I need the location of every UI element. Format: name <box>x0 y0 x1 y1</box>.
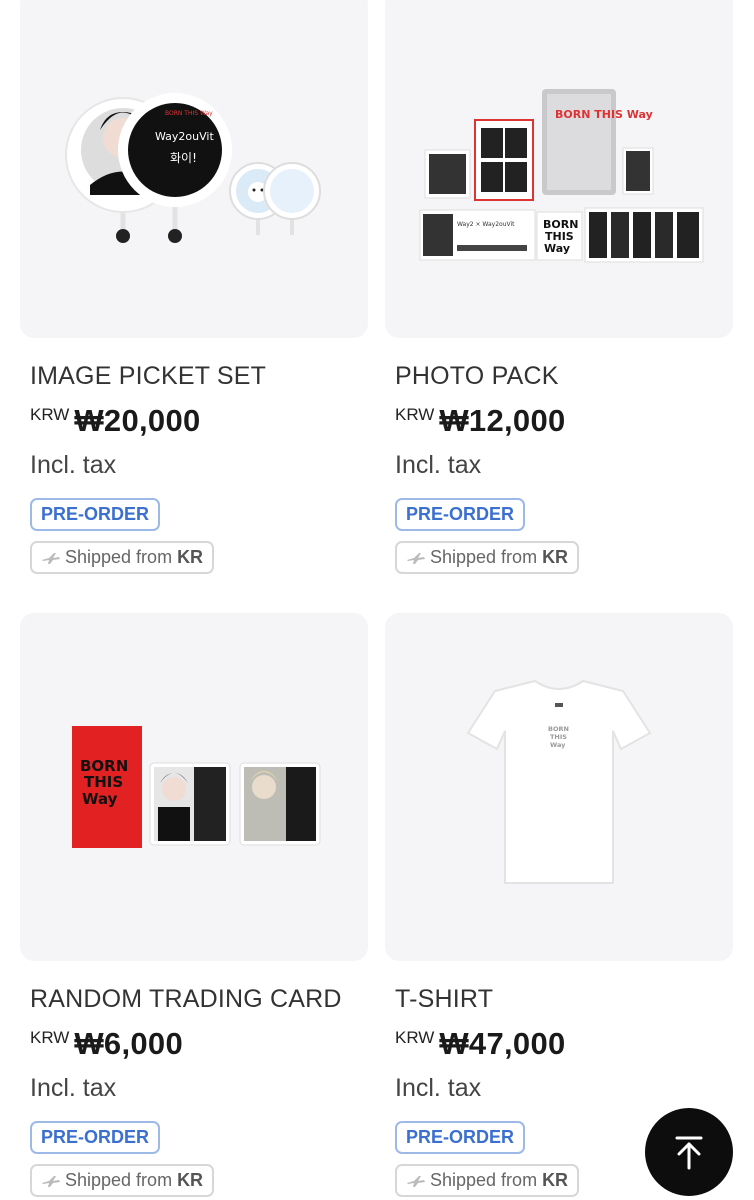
currency-code: KRW <box>395 1028 435 1047</box>
preorder-badge: PRE-ORDER <box>395 498 526 531</box>
currency-code: KRW <box>395 405 435 424</box>
shipping-badge: Shipped from KR <box>30 1164 215 1197</box>
airplane-icon <box>407 1175 425 1187</box>
product-price: ₩47,000 <box>439 1026 566 1061</box>
svg-text:화이!: 화이! <box>170 151 197 165</box>
svg-text:BORN THIS Way: BORN THIS Way <box>555 108 653 121</box>
product-image[interactable]: BORN THIS Way Way2 × Way2ouVit BORN THIS… <box>385 0 733 338</box>
product-image[interactable]: Way2ouVit 화이! BORN THIS Way <box>20 0 368 338</box>
svg-text:BORN THIS Way: BORN THIS Way <box>165 110 213 117</box>
photo-pack-image: BORN THIS Way Way2 × Way2ouVit BORN THIS… <box>419 89 704 263</box>
shipping-prefix: Shipped from <box>430 1170 538 1190</box>
airplane-icon <box>407 552 425 564</box>
product-image[interactable]: BORN THIS Way <box>20 613 368 961</box>
price-row: KRW ₩47,000 <box>395 1026 733 1066</box>
svg-text:THIS: THIS <box>84 773 123 791</box>
product-price: ₩12,000 <box>439 403 566 438</box>
shipping-origin: KR <box>177 1170 204 1190</box>
tax-note: Incl. tax <box>395 1074 482 1102</box>
scroll-to-top-button[interactable] <box>645 1108 733 1196</box>
price-row: KRW ₩12,000 <box>395 403 733 443</box>
product-name[interactable]: RANDOM TRADING CARD <box>30 985 368 1014</box>
svg-text:BORN: BORN <box>548 725 569 733</box>
preorder-badge: PRE-ORDER <box>395 1121 526 1154</box>
shipping-prefix: Shipped from <box>65 547 173 567</box>
product-price: ₩6,000 <box>74 1026 183 1061</box>
price-row: KRW ₩20,000 <box>30 403 368 443</box>
product-name[interactable]: PHOTO PACK <box>395 362 733 391</box>
arrow-up-to-top-icon <box>675 1136 703 1170</box>
picket-set-image: Way2ouVit 화이! BORN THIS Way <box>65 93 321 243</box>
shipping-origin: KR <box>177 547 204 567</box>
shipping-badge: Shipped from KR <box>30 541 215 574</box>
shipping-badge: Shipped from KR <box>395 1164 580 1197</box>
shipping-prefix: Shipped from <box>430 547 538 567</box>
svg-text:THIS: THIS <box>550 733 567 741</box>
currency-code: KRW <box>30 1028 70 1047</box>
svg-text:Way: Way <box>550 741 566 749</box>
price-row: KRW ₩6,000 <box>30 1026 368 1066</box>
currency-code: KRW <box>30 405 70 424</box>
shipping-origin: KR <box>542 1170 569 1190</box>
product-price: ₩20,000 <box>74 403 201 438</box>
trading-card-image: BORN THIS Way <box>72 726 321 848</box>
svg-text:Way2 × Way2ouVit: Way2 × Way2ouVit <box>457 221 515 228</box>
product-name[interactable]: IMAGE PICKET SET <box>30 362 368 391</box>
tshirt-image: BORN THIS Way <box>466 679 652 884</box>
product-card[interactable]: BORN THIS Way Way2 × Way2ouVit BORN THIS… <box>385 0 733 574</box>
svg-text:Way2ouVit: Way2ouVit <box>155 130 214 143</box>
product-image[interactable]: BORN THIS Way <box>385 613 733 961</box>
product-name[interactable]: T-SHIRT <box>395 985 733 1014</box>
svg-text:Way: Way <box>82 790 118 808</box>
product-card[interactable]: Way2ouVit 화이! BORN THIS Way IMAGE PICKET… <box>20 0 368 574</box>
shipping-prefix: Shipped from <box>65 1170 173 1190</box>
airplane-icon <box>42 1175 60 1187</box>
product-grid: Way2ouVit 화이! BORN THIS Way IMAGE PICKET… <box>0 0 754 1200</box>
product-card[interactable]: BORN THIS Way RANDOM TRADING CARD KRW ₩6… <box>20 613 368 1197</box>
shipping-origin: KR <box>542 547 569 567</box>
preorder-badge: PRE-ORDER <box>30 498 161 531</box>
shipping-badge: Shipped from KR <box>395 541 580 574</box>
tax-note: Incl. tax <box>30 1074 117 1102</box>
tax-note: Incl. tax <box>30 451 117 479</box>
tax-note: Incl. tax <box>395 451 482 479</box>
preorder-badge: PRE-ORDER <box>30 1121 161 1154</box>
svg-text:Way: Way <box>544 242 570 255</box>
airplane-icon <box>42 552 60 564</box>
